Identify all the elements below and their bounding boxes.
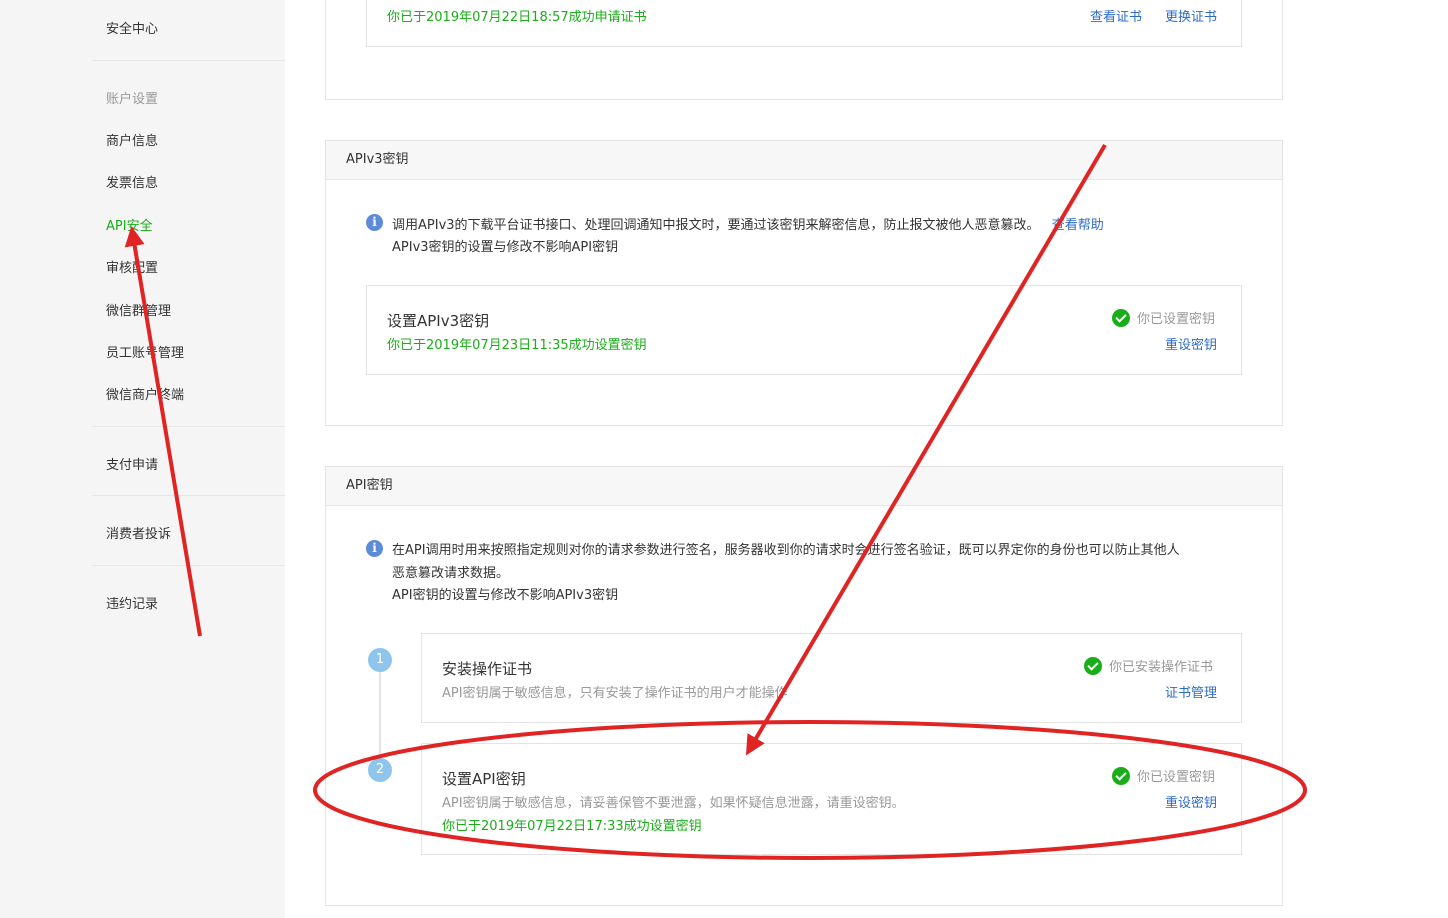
- install-cert-card: 安装操作证书 API密钥属于敏感信息，只有安装了操作证书的用户才能操作 你已安装…: [421, 633, 1242, 723]
- sidebar-divider: [92, 565, 285, 566]
- step1-title: 安装操作证书: [442, 660, 533, 678]
- sidebar-item-merchant-terminal[interactable]: 微信商户终端: [106, 384, 184, 403]
- replace-certificate-link[interactable]: 更换证书: [1165, 6, 1217, 25]
- info-icon: i: [366, 540, 383, 557]
- cert-management-link[interactable]: 证书管理: [1165, 682, 1217, 701]
- certificate-panel: 你已于2019年07月22日18:57成功申请证书 查看证书 更换证书: [325, 0, 1283, 100]
- certificate-status-text: 你已于2019年07月22日18:57成功申请证书: [387, 10, 647, 25]
- sidebar-divider: [92, 426, 285, 427]
- apiv3-info-line1: 调用APIv3的下载平台证书接口、处理回调通知中报文时，要通过该密钥来解密信息，…: [392, 218, 1040, 233]
- set-api-key-card: 设置API密钥 API密钥属于敏感信息，请妥善保管不要泄露，如果怀疑信息泄露，请…: [421, 743, 1242, 855]
- step1-status-text: 你已安装操作证书: [1109, 660, 1214, 675]
- certificate-card: 你已于2019年07月22日18:57成功申请证书 查看证书 更换证书: [366, 0, 1242, 47]
- sidebar-group-account-settings: 账户设置: [106, 92, 159, 107]
- step-connector-line: [379, 672, 381, 772]
- info-icon: i: [366, 214, 383, 231]
- api-info-line2: 恶意篡改请求数据。: [392, 566, 510, 581]
- sidebar: 安全中心 账户设置 商户信息 发票信息 API安全 审核配置 微信群管理 员工账…: [0, 0, 285, 918]
- apiv3-card-sub: 你已于2019年07月23日11:35成功设置密钥: [387, 338, 647, 353]
- sidebar-item-security-center[interactable]: 安全中心: [106, 18, 158, 37]
- sidebar-item-api-security[interactable]: API安全: [106, 215, 153, 234]
- api-panel-title: API密钥: [326, 467, 1282, 506]
- sidebar-item-violation-record[interactable]: 违约记录: [106, 593, 158, 612]
- apiv3-info-text: 调用APIv3的下载平台证书接口、处理回调通知中报文时，要通过该密钥来解密信息，…: [392, 214, 1104, 233]
- step2-desc: API密钥属于敏感信息，请妥善保管不要泄露，如果怀疑信息泄露，请重设密钥。: [442, 796, 905, 811]
- step2-status: 你已设置密钥: [1112, 766, 1215, 785]
- apiv3-card-title: 设置APIv3密钥: [387, 312, 490, 330]
- api-info-line3: API密钥的设置与修改不影响APIv3密钥: [392, 588, 619, 603]
- apiv3-panel-title: APIv3密钥: [326, 141, 1282, 180]
- check-circle-icon: [1112, 308, 1130, 327]
- sidebar-item-invoice-info[interactable]: 发票信息: [106, 172, 158, 191]
- step-number-2: 2: [368, 758, 392, 782]
- sidebar-item-review-config[interactable]: 审核配置: [106, 257, 158, 276]
- view-certificate-link[interactable]: 查看证书: [1090, 6, 1142, 25]
- step1-status: 你已安装操作证书: [1084, 656, 1213, 675]
- api-key-panel: API密钥 i 在API调用时用来按照指定规则对你的请求参数进行签名，服务器收到…: [325, 466, 1283, 906]
- api-info-line1: 在API调用时用来按照指定规则对你的请求参数进行签名，服务器收到你的请求时会进行…: [392, 543, 1180, 558]
- sidebar-item-wechat-group[interactable]: 微信群管理: [106, 300, 171, 319]
- api-reset-key-link[interactable]: 重设密钥: [1165, 792, 1217, 811]
- sidebar-item-consumer-complaint[interactable]: 消费者投诉: [106, 523, 171, 542]
- apiv3-info-line2: APIv3密钥的设置与修改不影响API密钥: [392, 240, 619, 255]
- apiv3-key-panel: APIv3密钥 i 调用APIv3的下载平台证书接口、处理回调通知中报文时，要通…: [325, 140, 1283, 426]
- apiv3-status: 你已设置密钥: [1112, 308, 1215, 327]
- sidebar-item-staff-accounts[interactable]: 员工账号管理: [106, 342, 184, 361]
- apiv3-status-text: 你已设置密钥: [1137, 312, 1216, 327]
- step2-status-text: 你已设置密钥: [1137, 770, 1216, 785]
- check-circle-icon: [1112, 766, 1130, 785]
- apiv3-reset-key-link[interactable]: 重设密钥: [1165, 334, 1217, 353]
- sidebar-divider: [92, 495, 285, 496]
- check-circle-icon: [1084, 656, 1102, 675]
- sidebar-divider: [92, 60, 285, 61]
- sidebar-item-pay-apply[interactable]: 支付申请: [106, 454, 158, 473]
- step-number-1: 1: [368, 648, 392, 672]
- sidebar-item-merchant-info[interactable]: 商户信息: [106, 130, 158, 149]
- step1-desc: API密钥属于敏感信息，只有安装了操作证书的用户才能操作: [442, 686, 788, 701]
- step2-title: 设置API密钥: [442, 770, 526, 788]
- help-link[interactable]: 查看帮助: [1052, 218, 1104, 233]
- step2-sub: 你已于2019年07月22日17:33成功设置密钥: [442, 819, 702, 834]
- apiv3-key-card: 设置APIv3密钥 你已于2019年07月23日11:35成功设置密钥 你已设置…: [366, 285, 1242, 375]
